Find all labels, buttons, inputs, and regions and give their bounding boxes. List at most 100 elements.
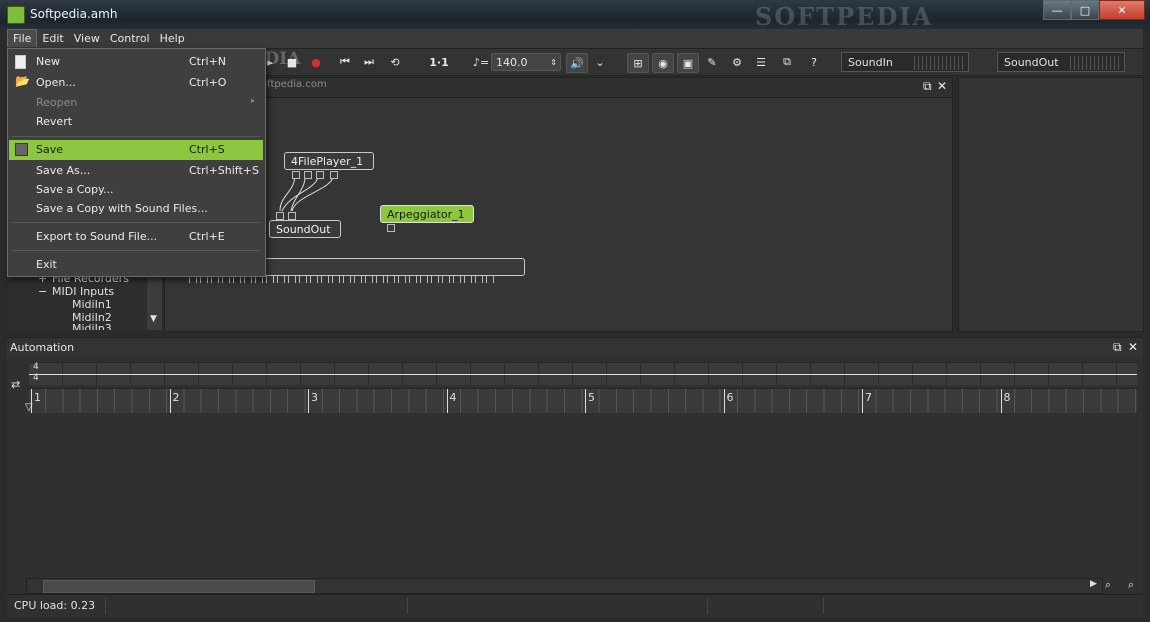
menu-help[interactable]: Help [155, 30, 190, 47]
node-port-row[interactable] [189, 276, 494, 283]
port[interactable] [330, 171, 338, 179]
scroll-down-icon[interactable]: ▼ [150, 314, 157, 324]
timesig-denominator: 4 [33, 373, 39, 383]
menu-view[interactable]: View [69, 30, 105, 47]
skip-forward-icon[interactable]: ⏭ [361, 53, 377, 71]
automation-header: Automation ⧉ ✕ [7, 338, 1143, 358]
port[interactable] [304, 171, 312, 179]
graph-view-icon[interactable]: ⊞ [627, 53, 649, 73]
save-disk-icon [15, 143, 28, 156]
close-button[interactable]: ✕ [1099, 0, 1145, 20]
timesig-ruler[interactable]: 4 4 [29, 362, 1137, 385]
bar-label: 5 [588, 391, 595, 404]
node-unnamed[interactable] [263, 258, 525, 276]
file-menu: New Ctrl+N 📂 Open... Ctrl+O Reopen ▸ Rev… [7, 48, 266, 277]
tempo-field[interactable]: 140.0 ⇕ [491, 53, 561, 71]
image-view-icon[interactable]: ▣ [677, 53, 699, 73]
port[interactable] [387, 224, 395, 232]
bar-line [585, 389, 586, 413]
connections [279, 176, 334, 212]
tree-scrollbar[interactable]: ▼ [147, 270, 162, 330]
speaker-icon[interactable]: 🔊 [566, 53, 588, 73]
menu-item-export[interactable]: Export to Sound File... Ctrl+E [9, 227, 263, 247]
bar-label: 6 [726, 391, 734, 404]
scroll-thumb[interactable] [43, 580, 315, 593]
menu-item-revert[interactable]: Revert [9, 112, 263, 132]
automation-arrows-icon[interactable]: ⇄ [11, 378, 20, 391]
tree-midi-in-3[interactable]: MidiIn3 [72, 324, 112, 330]
record-icon[interactable]: ● [309, 53, 323, 71]
menu-item-save-copy[interactable]: Save a Copy... [9, 180, 263, 200]
loop-icon[interactable]: ⟲ [387, 53, 403, 71]
sound-out-label: SoundOut [1004, 55, 1059, 69]
zoom-in-icon[interactable]: ⌕ [1128, 578, 1134, 592]
sound-in-meter[interactable]: SoundIn [841, 52, 969, 72]
skip-back-icon[interactable]: ⏮ [337, 53, 353, 71]
menu-item-save-as[interactable]: Save As... Ctrl+Shift+S [9, 161, 263, 181]
bar-line [862, 389, 863, 413]
tree-midi-in-1[interactable]: MidiIn1 [72, 298, 112, 311]
automation-undock-icon[interactable]: ⧉ [1113, 340, 1122, 355]
bar-line [169, 389, 171, 413]
tree-midi-in-2[interactable]: MidiIn2 [72, 311, 112, 324]
node-arpeggiator[interactable]: Arpeggiator_1 [380, 205, 474, 223]
scroll-right-icon[interactable]: ▶ [1090, 579, 1097, 589]
tempo-value: 140.0 [496, 55, 528, 69]
circle-view-icon[interactable]: ◉ [652, 53, 674, 73]
bar-line [446, 389, 448, 413]
port[interactable] [292, 171, 300, 179]
help-icon[interactable]: ? [806, 53, 822, 71]
menu-edit[interactable]: Edit [37, 30, 68, 47]
metronome-icon: ♪= [472, 55, 490, 69]
menu-control[interactable]: Control [105, 30, 155, 47]
window-title: Softpedia.amh [30, 7, 118, 21]
tool-icon-2[interactable]: ⚙ [729, 53, 745, 71]
menu-item-exit[interactable]: Exit [9, 255, 263, 275]
status-bar: CPU load: 0.23 [7, 594, 1143, 617]
new-file-icon [15, 55, 26, 69]
minimize-button[interactable]: — [1043, 0, 1071, 20]
menu-item-reopen[interactable]: Reopen ▸ [9, 93, 263, 113]
tool-icon-1[interactable]: ✎ [704, 53, 720, 71]
timesig-numerator: 4 [33, 362, 39, 372]
menu-item-new[interactable]: New Ctrl+N [9, 52, 263, 72]
node-file-player[interactable]: 4FilePlayer_1 [284, 152, 374, 170]
bar-label: 7 [865, 391, 872, 404]
timeline-scrollbar[interactable] [26, 578, 1103, 594]
sound-out-meter[interactable]: SoundOut [997, 52, 1125, 72]
graph-panel[interactable]: www.softpedia.com ⧉ ✕ 4FilePlayer_1 Soun… [164, 77, 953, 332]
bar-line [308, 389, 309, 413]
node-sound-out[interactable]: SoundOut [269, 220, 341, 238]
port[interactable] [276, 212, 284, 220]
automation-close-icon[interactable]: ✕ [1128, 340, 1138, 354]
port[interactable] [316, 171, 324, 179]
automation-panel: Automation ⧉ ✕ 4 4 ⇄ 1 2 3 4 5 6 7 8 ▽ [7, 337, 1143, 594]
menu-item-open[interactable]: 📂 Open... Ctrl+O [9, 73, 263, 93]
bar-label: 3 [311, 391, 318, 404]
sound-in-label: SoundIn [848, 55, 893, 69]
bar-label: 8 [1003, 391, 1011, 404]
submenu-arrow-icon: ▸ [251, 96, 256, 105]
zoom-out-icon[interactable]: ⌕ [1105, 578, 1111, 592]
stop-icon[interactable]: ■ [285, 53, 299, 71]
tree-collapse-icon[interactable]: − [38, 285, 47, 298]
tool-icon-3[interactable]: ☰ [753, 53, 769, 71]
bar-line [1000, 389, 1002, 413]
bar-line [723, 389, 725, 413]
app-icon [7, 6, 25, 24]
port[interactable] [288, 212, 296, 220]
tool-icon-4[interactable]: ⧉ [779, 53, 795, 71]
watermark-logo: SOFTPEDIA [755, 2, 934, 31]
playhead-icon[interactable]: ▽ [25, 402, 33, 413]
zoom-ratio[interactable]: 1·1 [427, 53, 451, 71]
menu-bar: File Edit View Control Help [7, 29, 1143, 49]
maximize-button[interactable]: □ [1071, 0, 1099, 20]
tempo-spinner-icon[interactable]: ⇕ [550, 58, 557, 67]
bars-ruler[interactable]: 1 2 3 4 5 6 7 8 [29, 388, 1137, 413]
menu-file[interactable]: File [7, 29, 38, 47]
menu-item-save-copy-sound[interactable]: Save a Copy with Sound Files... [9, 199, 263, 219]
menu-item-save[interactable]: Save Ctrl+S [9, 140, 263, 160]
tree-midi-inputs[interactable]: MIDI Inputs [52, 285, 114, 298]
bar-label: 2 [172, 391, 180, 404]
dropdown-icon[interactable]: ⌄ [593, 53, 607, 71]
